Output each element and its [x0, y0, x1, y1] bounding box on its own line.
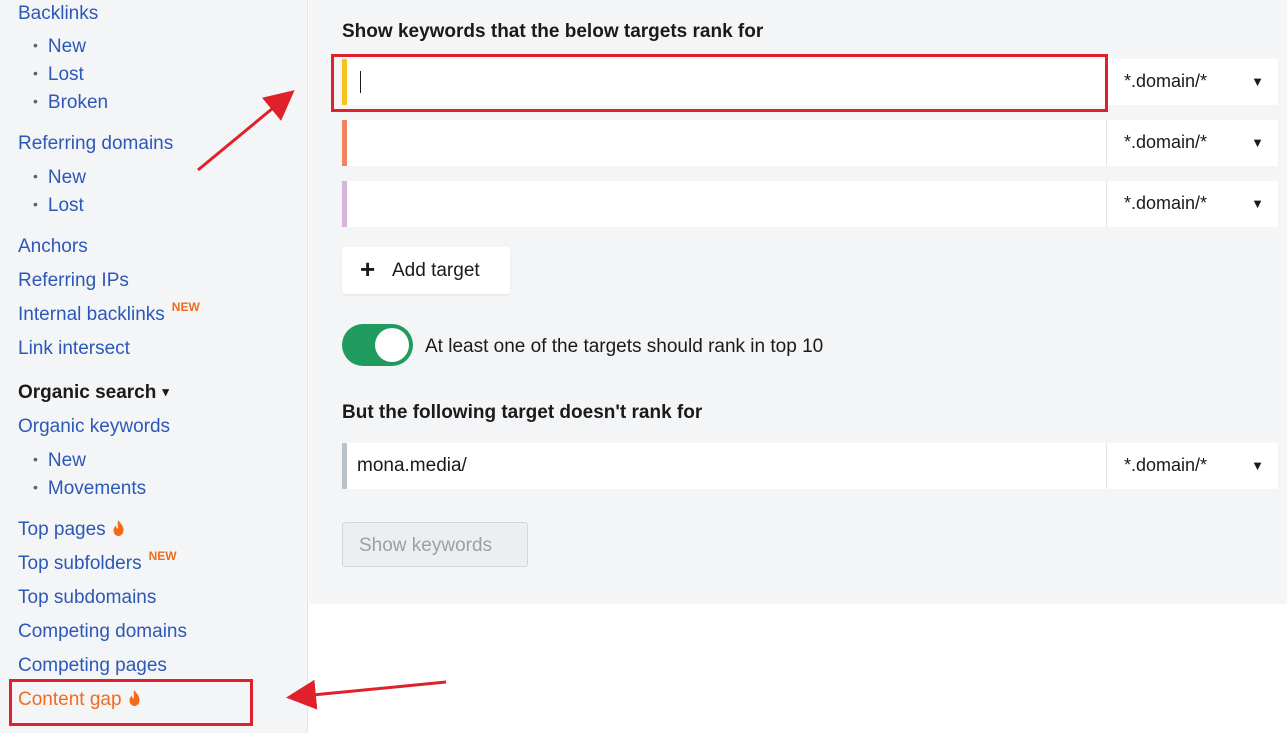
sidebar-item-backlinks-lost[interactable]: • Lost [33, 64, 84, 86]
sidebar-item-anchors[interactable]: Anchors [18, 236, 88, 258]
sidebar-item-top-subfolders[interactable]: Top subfolders NEW [18, 549, 177, 575]
annotation-box-content-gap [9, 679, 253, 726]
dropdown-arrow-icon: ▼ [1251, 458, 1264, 473]
show-keywords-button[interactable]: Show keywords [342, 522, 528, 567]
sidebar-item-organic-new[interactable]: • New [33, 450, 86, 472]
sidebar-item-refdomains-lost[interactable]: • Lost [33, 195, 84, 217]
sidebar-item-organic-movements[interactable]: • Movements [33, 478, 146, 500]
section-organic-search[interactable]: Organic search ▾ [18, 382, 169, 404]
sidebar-item-refdomains-new[interactable]: • New [33, 167, 86, 189]
sidebar-item-organic-keywords[interactable]: Organic keywords [18, 416, 170, 438]
add-target-button[interactable]: + Add target [342, 247, 510, 294]
exclude-heading: But the following target doesn't rank fo… [342, 402, 703, 423]
sidebar-item-top-subdomains[interactable]: Top subdomains [18, 587, 156, 609]
sidebar: Backlinks • New • Lost • Broken Referring d… [0, 0, 308, 733]
new-badge: NEW [171, 300, 200, 314]
target-row-3: *.domain/* ▼ [342, 181, 1278, 227]
sidebar-item-backlinks-broken[interactable]: • Broken [33, 92, 108, 114]
annotation-box-target-input [331, 54, 1108, 112]
annotation-arrow-to-content-gap [286, 679, 447, 710]
target-input-2[interactable] [347, 120, 1105, 166]
exclude-target-input[interactable] [347, 443, 1105, 489]
top10-toggle-label: At least one of the targets should rank … [425, 336, 824, 357]
fire-icon [113, 520, 124, 536]
dropdown-arrow-icon: ▼ [1251, 74, 1264, 89]
new-badge: NEW [148, 549, 177, 563]
sidebar-item-link-intersect[interactable]: Link intersect [18, 338, 130, 360]
target-mode-select-3[interactable]: *.domain/* ▼ [1106, 181, 1278, 227]
sidebar-item-internal-backlinks[interactable]: Internal backlinks NEW [18, 300, 200, 326]
target-mode-select-1[interactable]: *.domain/* ▼ [1106, 59, 1278, 105]
top10-toggle[interactable] [342, 324, 413, 366]
target-row-2: *.domain/* ▼ [342, 120, 1278, 166]
sidebar-item-backlinks-new[interactable]: • New [33, 36, 86, 58]
sidebar-item-competing-pages[interactable]: Competing pages [18, 655, 167, 677]
dropdown-arrow-icon: ▼ [1251, 196, 1264, 211]
targets-heading: Show keywords that the below targets ran… [342, 21, 764, 42]
sidebar-item-top-pages[interactable]: Top pages [18, 519, 125, 541]
exclude-row: *.domain/* ▼ [342, 443, 1278, 489]
target-mode-select-2[interactable]: *.domain/* ▼ [1106, 120, 1278, 166]
plus-icon: + [360, 254, 376, 284]
sidebar-item-backlinks[interactable]: Backlinks [18, 3, 98, 25]
toggle-knob [375, 328, 409, 362]
exclude-mode-select[interactable]: *.domain/* ▼ [1106, 443, 1278, 489]
dropdown-arrow-icon: ▼ [1251, 135, 1264, 150]
sidebar-item-referring-ips[interactable]: Referring IPs [18, 270, 129, 292]
sidebar-item-referring-domains[interactable]: Referring domains [18, 133, 173, 155]
target-input-3[interactable] [347, 181, 1105, 227]
caret-down-icon: ▾ [162, 384, 169, 399]
sidebar-item-competing-domains[interactable]: Competing domains [18, 621, 187, 643]
